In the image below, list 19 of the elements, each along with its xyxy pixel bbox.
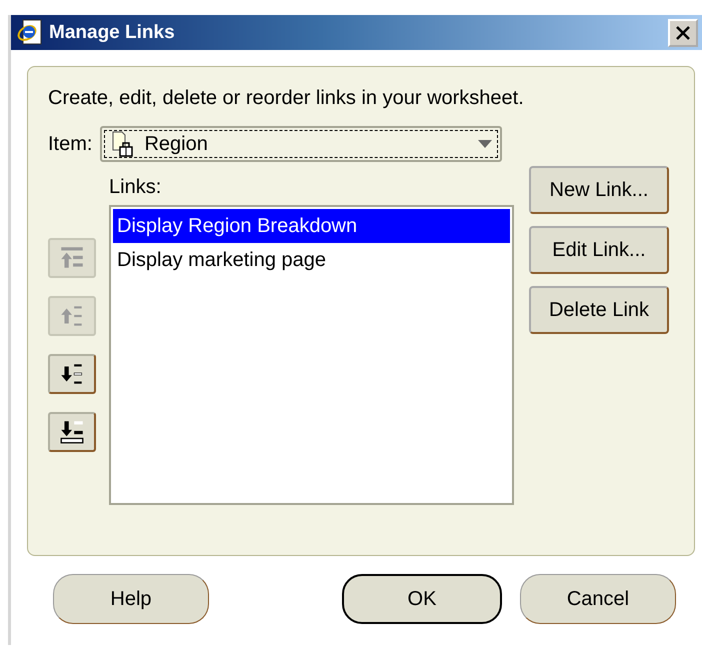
close-icon (675, 24, 691, 40)
item-label: Item: (48, 132, 92, 156)
link-action-button[interactable]: Delete Link (529, 286, 669, 334)
dialog-button[interactable]: Help (53, 574, 209, 624)
list-item[interactable]: Display Region Breakdown (113, 209, 510, 243)
move-bottom-icon (58, 418, 86, 446)
link-action-button[interactable]: New Link... (529, 166, 669, 214)
list-item[interactable]: Display marketing page (113, 243, 510, 277)
dialog-button[interactable]: OK (342, 574, 502, 624)
description-text: Create, edit, delete or reorder links in your worksheet. (48, 87, 524, 110)
close-button[interactable] (668, 18, 698, 46)
dialog-button[interactable]: Cancel (520, 574, 676, 624)
dropdown-arrow-icon (478, 140, 492, 148)
links-label: Links: (109, 176, 162, 199)
item-dropdown[interactable]: Region (100, 126, 502, 162)
window-title: Manage Links (49, 22, 176, 44)
move-down-button[interactable] (48, 354, 96, 394)
move-bottom-button[interactable] (48, 412, 96, 452)
link-action-button[interactable]: Edit Link... (529, 226, 669, 274)
